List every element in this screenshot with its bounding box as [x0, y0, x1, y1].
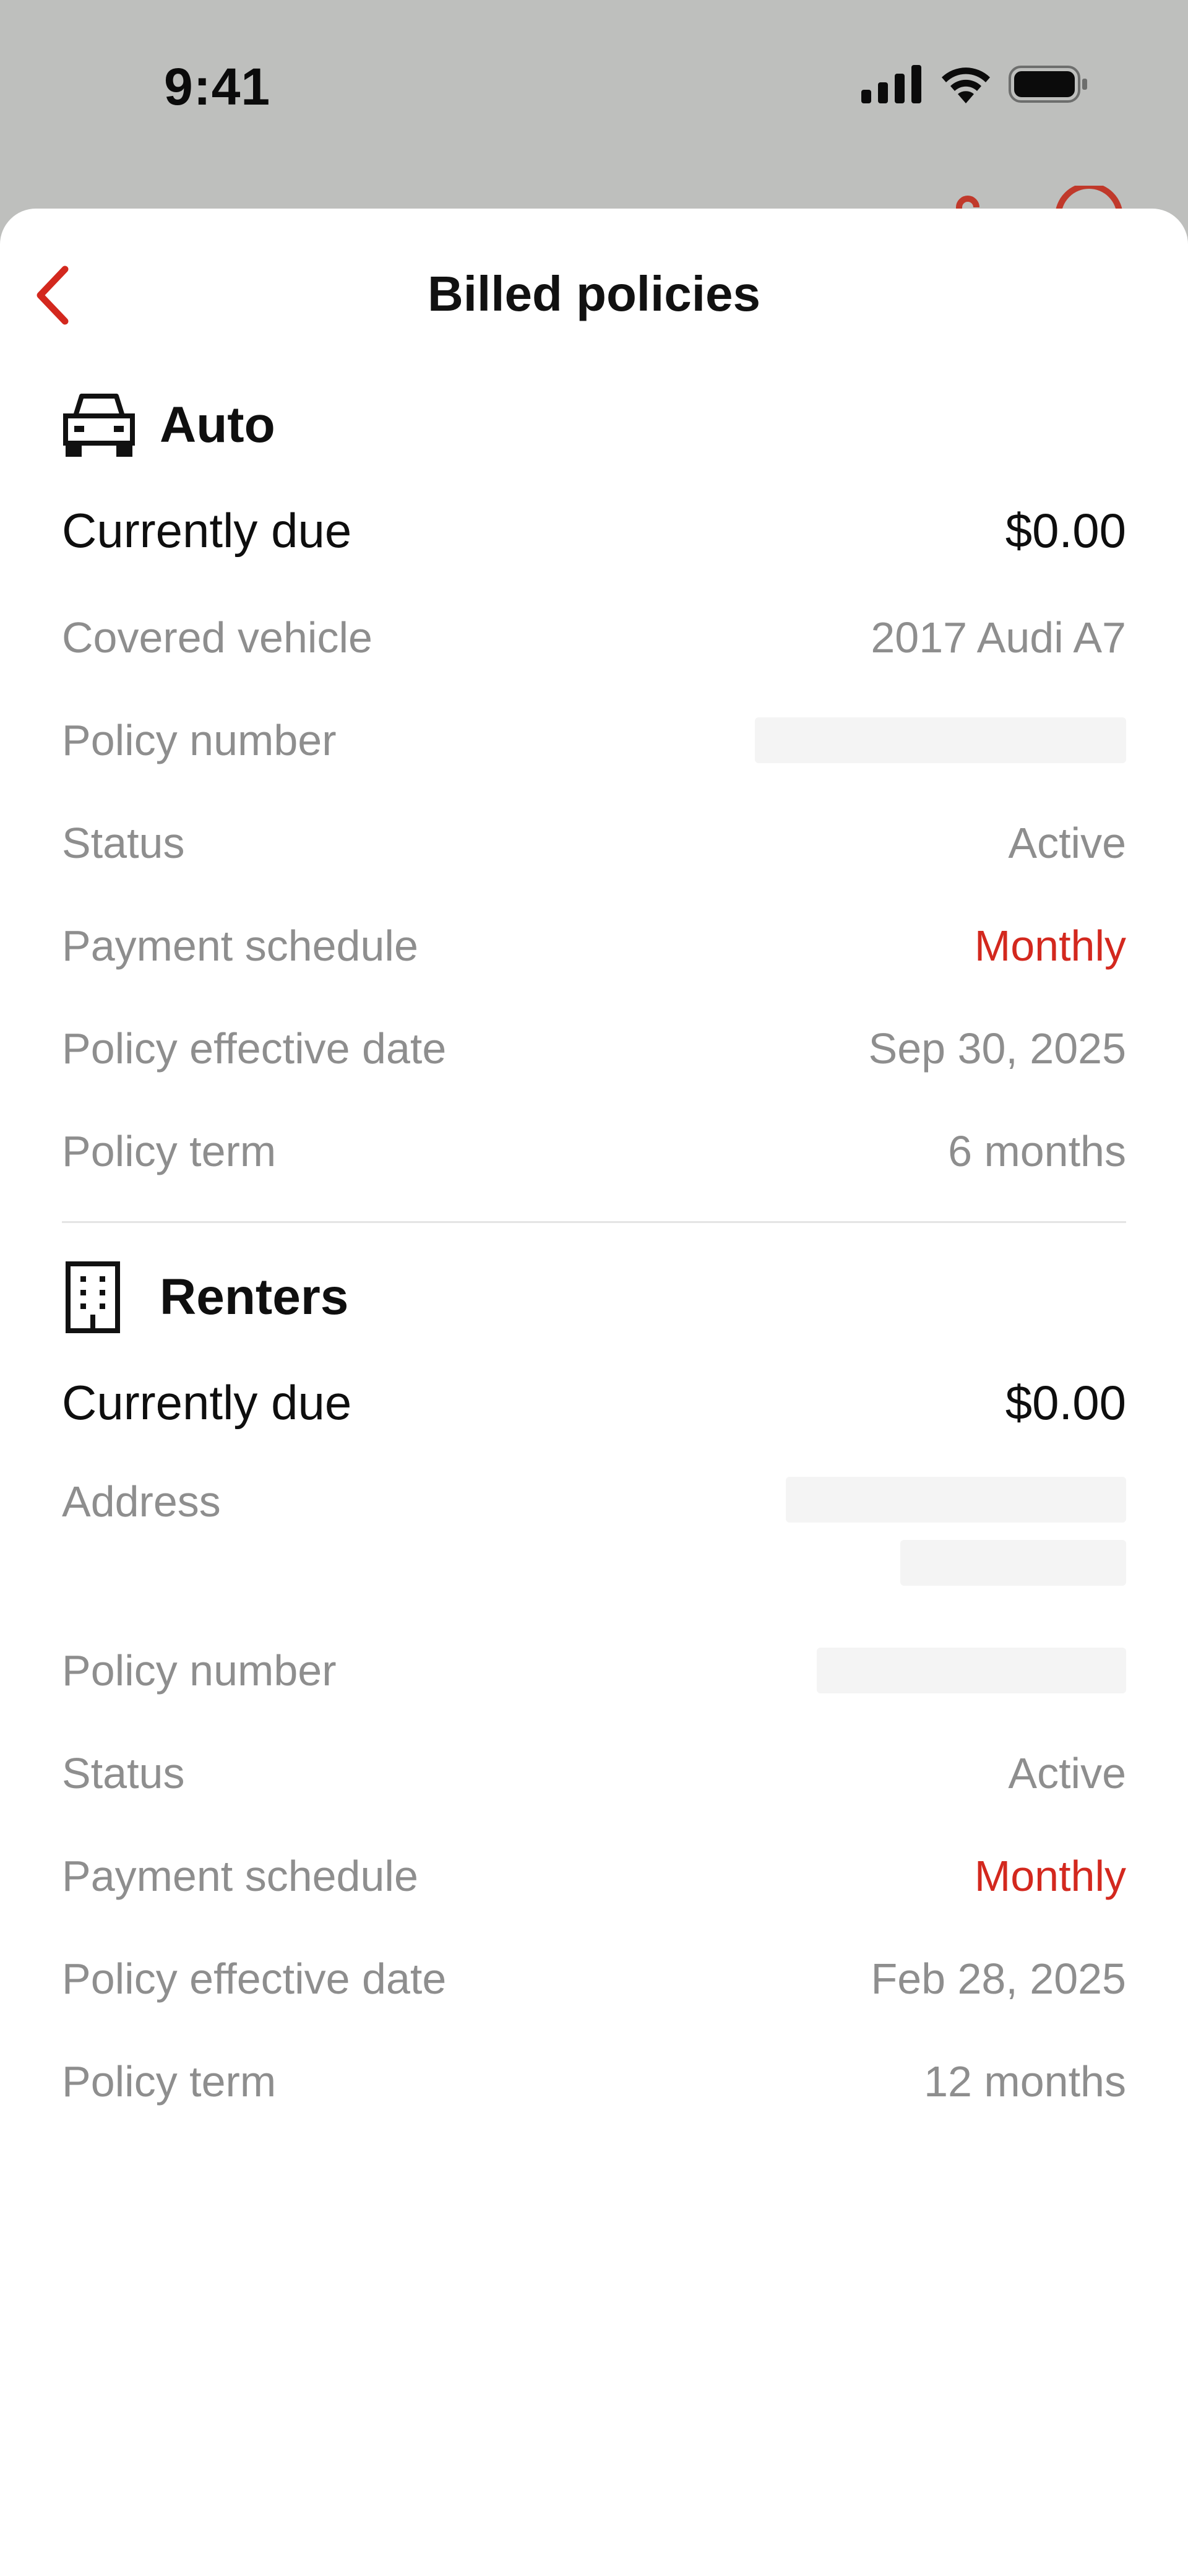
- wifi-icon: [942, 67, 990, 103]
- row-value: 12 months: [924, 2057, 1126, 2106]
- payment-schedule-row: Payment schedule Monthly: [62, 894, 1126, 997]
- redacted-policy-number: [755, 717, 1126, 763]
- policy-term-row: Policy term 6 months: [62, 1100, 1126, 1203]
- row-label: Payment schedule: [62, 1852, 418, 1900]
- row-label: Address: [62, 1477, 221, 1526]
- payment-schedule-row: Payment schedule Monthly: [62, 1825, 1126, 1927]
- status-bar: 9:41: [0, 0, 1188, 179]
- row-label: Payment schedule: [62, 922, 418, 970]
- status-row: Status Active: [62, 1722, 1126, 1825]
- auto-policy-section: Auto Currently due $0.00 Covered vehicle…: [62, 376, 1126, 1223]
- payment-schedule-link[interactable]: Monthly: [975, 921, 1126, 970]
- page-title: Billed policies: [428, 266, 760, 321]
- row-label: Policy number: [62, 716, 337, 764]
- policy-number-row: Policy number: [62, 689, 1126, 792]
- redacted-address-line-2: [900, 1540, 1126, 1586]
- row-label: Status: [62, 819, 185, 867]
- currently-due-amount: $0.00: [1005, 1375, 1126, 1430]
- address-row: Address: [62, 1458, 1126, 1619]
- renters-currently-due-row: Currently due $0.00: [62, 1347, 1126, 1458]
- currently-due-label: Currently due: [62, 503, 352, 558]
- row-value: Active: [1008, 819, 1126, 867]
- status-time: 9:41: [164, 58, 271, 116]
- car-icon: [62, 388, 136, 462]
- row-label: Status: [62, 1749, 185, 1797]
- row-label: Policy term: [62, 1127, 277, 1175]
- renters-policy-section: Renters Currently due $0.00 Address Poli…: [62, 1248, 1126, 2133]
- cellular-signal-icon: [861, 65, 921, 103]
- battery-icon: [1009, 66, 1087, 103]
- policy-effective-date-row: Policy effective date Sep 30, 2025: [62, 997, 1126, 1100]
- covered-vehicle-row: Covered vehicle 2017 Audi A7: [62, 586, 1126, 689]
- auto-section-title: Auto: [160, 397, 275, 453]
- row-value: Sep 30, 2025: [868, 1024, 1126, 1073]
- row-value: Feb 28, 2025: [871, 1955, 1126, 2003]
- nav-bar: Billed policies: [0, 209, 1188, 376]
- status-icons: [861, 65, 1089, 103]
- row-value: Active: [1008, 1749, 1126, 1797]
- redacted-policy-number: [817, 1648, 1126, 1693]
- row-label: Policy effective date: [62, 1024, 447, 1073]
- auto-section-header: Auto: [62, 376, 1126, 475]
- row-label: Covered vehicle: [62, 613, 372, 662]
- renters-section-header: Renters: [62, 1248, 1126, 1347]
- row-value: 2017 Audi A7: [871, 613, 1126, 662]
- renters-section-title: Renters: [160, 1269, 349, 1325]
- currently-due-amount: $0.00: [1005, 503, 1126, 558]
- policy-effective-date-row: Policy effective date Feb 28, 2025: [62, 1927, 1126, 2030]
- auto-currently-due-row: Currently due $0.00: [62, 475, 1126, 586]
- policy-term-row: Policy term 12 months: [62, 2030, 1126, 2133]
- row-label: Policy number: [62, 1646, 337, 1695]
- status-row: Status Active: [62, 792, 1126, 894]
- billed-policies-sheet: Billed policies Auto Currently due $0.00: [0, 209, 1188, 2576]
- payment-schedule-link[interactable]: Monthly: [975, 1851, 1126, 1901]
- row-value: 6 months: [948, 1127, 1126, 1175]
- redacted-address: [786, 1477, 1126, 1586]
- row-label: Policy effective date: [62, 1955, 447, 2003]
- building-icon: [62, 1260, 136, 1334]
- section-divider: [62, 1221, 1126, 1223]
- redacted-address-line-1: [786, 1477, 1126, 1523]
- currently-due-label: Currently due: [62, 1375, 352, 1430]
- policy-number-row: Policy number: [62, 1619, 1126, 1722]
- row-label: Policy term: [62, 2057, 277, 2106]
